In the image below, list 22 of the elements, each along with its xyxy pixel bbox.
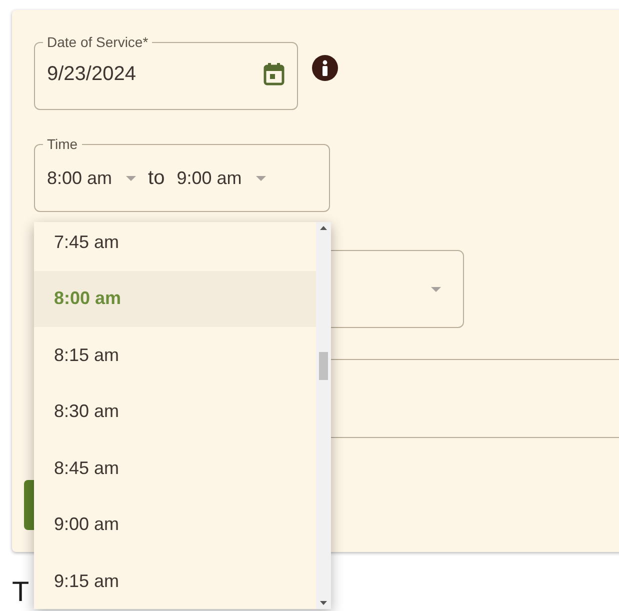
range-separator: to <box>148 166 165 191</box>
scroll-up-icon[interactable] <box>320 226 327 230</box>
time-option[interactable]: 8:30 am <box>34 384 316 440</box>
scroll-down-icon[interactable] <box>320 601 327 605</box>
time-option[interactable]: 9:00 am <box>34 496 316 553</box>
field-label: Time <box>46 135 79 154</box>
info-icon[interactable] <box>312 55 338 81</box>
scrollbar-thumb[interactable] <box>319 352 328 380</box>
caret-icon <box>126 176 136 180</box>
end-time-select[interactable]: 9:00 am <box>176 164 266 192</box>
time-option[interactable]: 8:15 am <box>34 327 316 384</box>
caret-icon <box>256 176 266 180</box>
field-value: 9/23/2024 <box>47 62 136 87</box>
time-option[interactable]: 8:45 am <box>34 440 316 496</box>
start-time-select[interactable]: 8:00 am <box>47 164 136 192</box>
time-option[interactable]: 9:15 am <box>34 553 316 609</box>
calendar-icon[interactable] <box>263 62 285 86</box>
scrollbar[interactable] <box>316 222 331 609</box>
time-option[interactable]: 7:45 am <box>34 222 316 270</box>
section-heading: T <box>12 578 30 606</box>
caret-icon <box>431 286 441 292</box>
field-label: Date of Service* <box>46 33 150 52</box>
